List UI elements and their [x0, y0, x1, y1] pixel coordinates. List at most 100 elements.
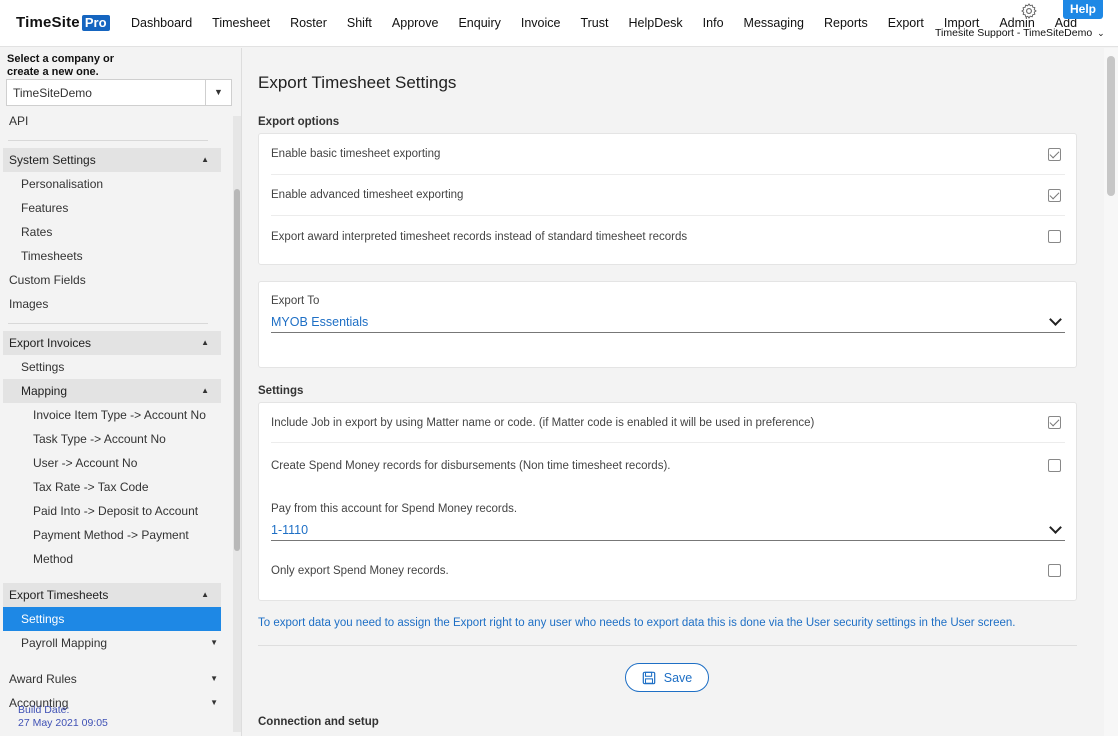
- sidebar-item-label: Payroll Mapping: [21, 636, 108, 650]
- checkbox-advanced-export[interactable]: [1048, 188, 1061, 202]
- sidebar-item-mapping[interactable]: Method: [0, 547, 230, 571]
- chevron-down-icon: [1049, 312, 1062, 326]
- sidebar-item-label: Award Rules: [9, 672, 77, 686]
- nav-shift[interactable]: Shift: [337, 16, 382, 30]
- top-navbar: TimeSite Pro Dashboard Timesheet Roster …: [0, 0, 1118, 47]
- sidebar-item-award-rules[interactable]: Award Rules ▼: [0, 667, 230, 691]
- company-prompt: Select a company or create a new one.: [7, 53, 114, 78]
- main-scrollbar-thumb[interactable]: [1107, 56, 1115, 196]
- logo-badge: Pro: [81, 14, 110, 31]
- sidebar-item-mapping[interactable]: Paid Into -> Deposit to Account: [0, 499, 230, 523]
- pay-from-label: Pay from this account for Spend Money re…: [271, 503, 518, 515]
- sidebar-item-timesheet-settings[interactable]: Settings: [3, 607, 221, 631]
- sidebar-group-label: Mapping: [21, 384, 68, 398]
- nav-trust[interactable]: Trust: [570, 16, 618, 30]
- option-label: Export award interpreted timesheet recor…: [271, 230, 688, 243]
- sidebar-group-mapping[interactable]: Mapping ▲: [3, 379, 221, 403]
- expand-triangle-icon: ▼: [210, 674, 218, 683]
- checkbox-only-spend-money[interactable]: [1048, 564, 1061, 577]
- export-to-select[interactable]: MYOB Essentials: [271, 311, 1065, 333]
- sidebar: Select a company or create a new one. Ti…: [0, 48, 242, 736]
- save-label: Save: [663, 670, 693, 685]
- setting-label: Only export Spend Money records.: [271, 564, 449, 577]
- pay-from-select[interactable]: 1-1110: [271, 519, 1065, 541]
- sidebar-item-invoice-settings[interactable]: Settings: [0, 355, 230, 379]
- logo-text: TimeSite: [16, 14, 80, 31]
- sidebar-item-mapping[interactable]: Task Type -> Account No: [0, 427, 230, 451]
- collapse-triangle-icon: ▲: [201, 155, 209, 164]
- sidebar-group-label: Export Invoices: [9, 336, 92, 350]
- user-menu[interactable]: Timesite Support - TimeSiteDemo ⌄: [935, 27, 1105, 39]
- company-select-value: TimeSiteDemo: [13, 85, 92, 100]
- option-row: Enable basic timesheet exporting: [271, 134, 1065, 175]
- sidebar-item-timesheets[interactable]: Timesheets: [0, 244, 230, 268]
- nav-roster[interactable]: Roster: [280, 16, 337, 30]
- nav-timesheet[interactable]: Timesheet: [202, 16, 280, 30]
- sidebar-group-label: Export Timesheets: [9, 588, 109, 602]
- checkbox-award-interpreted[interactable]: [1048, 230, 1061, 243]
- sidebar-group-export-timesheets[interactable]: Export Timesheets ▲: [3, 583, 221, 607]
- nav-enquiry[interactable]: Enquiry: [448, 16, 510, 30]
- main-scrollbar[interactable]: [1104, 48, 1118, 736]
- build-label: Build Date:: [18, 704, 70, 716]
- sidebar-scrollbar[interactable]: [233, 116, 241, 732]
- sidebar-item-personalisation[interactable]: Personalisation: [0, 172, 230, 196]
- sidebar-item-features[interactable]: Features: [0, 196, 230, 220]
- sidebar-item-mapping[interactable]: User -> Account No: [0, 451, 230, 475]
- nav-messaging[interactable]: Messaging: [734, 16, 814, 30]
- sidebar-group-system-settings[interactable]: System Settings ▲: [3, 148, 221, 172]
- sidebar-menu: API System Settings ▲ Personalisation Fe…: [0, 109, 230, 715]
- pay-from-value: 1-1110: [271, 522, 309, 537]
- main-content: Export Timesheet Settings Export options…: [243, 48, 1103, 736]
- export-options-card: Enable basic timesheet exporting Enable …: [258, 133, 1077, 265]
- app-logo[interactable]: TimeSite Pro: [16, 14, 110, 31]
- nav-export[interactable]: Export: [878, 16, 934, 30]
- setting-row: Include Job in export by using Matter na…: [271, 403, 1065, 443]
- nav-dashboard[interactable]: Dashboard: [121, 16, 202, 30]
- nav-approve[interactable]: Approve: [382, 16, 449, 30]
- help-button[interactable]: Help: [1063, 0, 1103, 19]
- collapse-triangle-icon: ▲: [201, 386, 209, 395]
- export-rights-info: To export data you need to assign the Ex…: [258, 617, 1016, 629]
- sidebar-item-custom-fields[interactable]: Custom Fields: [0, 268, 230, 292]
- export-options-label: Export options: [258, 116, 340, 128]
- dropdown-arrow-icon[interactable]: ▼: [205, 80, 231, 105]
- settings-label: Settings: [258, 385, 304, 397]
- sidebar-item-mapping[interactable]: Payment Method -> Payment: [0, 523, 230, 547]
- setting-label: Create Spend Money records for disbursem…: [271, 459, 671, 472]
- gear-icon[interactable]: [1020, 2, 1038, 20]
- divider: [258, 645, 1077, 646]
- nav-invoice[interactable]: Invoice: [511, 16, 571, 30]
- option-label: Enable basic timesheet exporting: [271, 148, 441, 160]
- company-select[interactable]: TimeSiteDemo ▼: [6, 79, 232, 106]
- sidebar-item-mapping[interactable]: Tax Rate -> Tax Code: [0, 475, 230, 499]
- collapse-triangle-icon: ▲: [201, 590, 209, 599]
- nav-reports[interactable]: Reports: [814, 16, 878, 30]
- export-to-card: Export To MYOB Essentials: [258, 281, 1077, 368]
- nav-helpdesk[interactable]: HelpDesk: [618, 16, 692, 30]
- setting-row: Only export Spend Money records.: [271, 550, 1065, 591]
- export-to-label: Export To: [271, 295, 320, 307]
- sidebar-group-label: System Settings: [9, 153, 96, 167]
- expand-triangle-icon: ▼: [210, 638, 218, 647]
- checkbox-spend-money[interactable]: [1048, 459, 1061, 472]
- chevron-down-icon: ⌄: [1097, 27, 1105, 38]
- divider: [8, 323, 208, 324]
- build-date: 27 May 2021 09:05: [18, 717, 108, 729]
- sidebar-item-rates[interactable]: Rates: [0, 220, 230, 244]
- sidebar-group-export-invoices[interactable]: Export Invoices ▲: [3, 331, 221, 355]
- sidebar-scrollbar-thumb[interactable]: [234, 189, 240, 551]
- export-to-value: MYOB Essentials: [271, 314, 369, 329]
- save-button[interactable]: Save: [625, 663, 709, 692]
- sidebar-item-mapping[interactable]: Invoice Item Type -> Account No: [0, 403, 230, 427]
- option-row: Enable advanced timesheet exporting: [271, 175, 1065, 216]
- nav-info[interactable]: Info: [693, 16, 734, 30]
- checkbox-basic-export[interactable]: [1048, 147, 1061, 161]
- setting-label: Include Job in export by using Matter na…: [271, 416, 815, 429]
- sidebar-item-images[interactable]: Images: [0, 292, 230, 316]
- checkbox-include-job[interactable]: [1048, 416, 1061, 429]
- sidebar-item-payroll-mapping[interactable]: Payroll Mapping ▼: [0, 631, 230, 655]
- sidebar-item-api[interactable]: API: [0, 109, 230, 133]
